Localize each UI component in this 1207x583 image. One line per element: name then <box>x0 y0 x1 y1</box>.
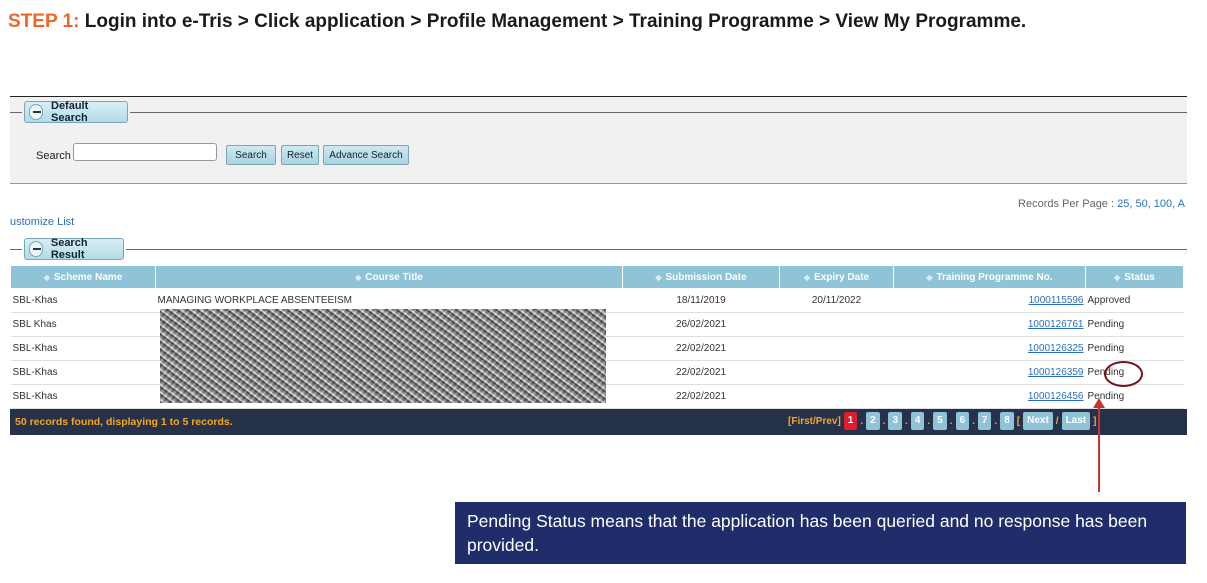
search-label: Search <box>36 150 71 162</box>
expiry-cell: 20/11/2022 <box>779 288 894 313</box>
table-header-row: ◆ Scheme Name ◆ Course Title ◆ Submission D… <box>10 265 1184 289</box>
sort-icon: ◆ <box>655 272 662 282</box>
sort-icon: ◆ <box>43 272 50 282</box>
tp-no-link[interactable]: 1000126359 <box>1028 367 1084 378</box>
collapse-icon <box>29 104 43 120</box>
column-header-submission[interactable]: ◆ Submission Date <box>622 265 780 289</box>
reset-button[interactable]: Reset <box>281 145 319 165</box>
expiry-cell <box>779 384 894 409</box>
pagination: [First/Prev] 1. 2. 3. 4. 5. 6. 7. 8[ Nex… <box>788 412 1096 430</box>
page-6-button[interactable]: 6 <box>955 412 970 430</box>
records-per-page: Records Per Page : 25, 50, 100, A <box>1018 198 1185 210</box>
instruction-heading: STEP 1: Login into e-Tris > Click applic… <box>8 9 1188 35</box>
page-5-button[interactable]: 5 <box>933 412 947 430</box>
redacted-course-titles <box>160 309 606 403</box>
scheme-cell: SBL-Khas <box>10 360 156 385</box>
result-legend-line-left <box>10 249 22 250</box>
column-header-course[interactable]: ◆ Course Title <box>155 265 623 289</box>
tp-no-link[interactable]: 1000115596 <box>1029 295 1084 306</box>
submission-cell: 22/02/2021 <box>622 360 780 385</box>
highlight-ring <box>1104 361 1143 387</box>
column-header-status[interactable]: ◆ Status <box>1085 265 1184 289</box>
scheme-cell: SBL-Khas <box>10 384 156 409</box>
page-4-button[interactable]: 4 <box>910 412 925 430</box>
sort-icon: ◆ <box>803 272 811 282</box>
column-header-scheme[interactable]: ◆ Scheme Name <box>10 265 156 289</box>
page-8-button[interactable]: 8 <box>1000 412 1014 430</box>
sort-icon: ◆ <box>1114 272 1121 282</box>
search-result-toggle[interactable]: Search Result <box>24 237 124 261</box>
callout-box: Pending Status means that the applicatio… <box>455 502 1186 564</box>
tp-no-link[interactable]: 1000126325 <box>1028 343 1084 354</box>
column-header-expiry[interactable]: ◆ Expiry Date <box>779 265 894 289</box>
status-cell: Pending <box>1085 336 1184 361</box>
scheme-cell: SBL Khas <box>10 312 156 337</box>
search-button[interactable]: Search <box>226 145 276 165</box>
expiry-cell <box>779 312 894 337</box>
status-cell: Approved <box>1085 288 1184 313</box>
scheme-cell: SBL-Khas <box>10 288 156 313</box>
search-result-legend: Search Result <box>50 237 88 261</box>
page-1-button[interactable]: 1 <box>843 412 858 430</box>
search-input[interactable] <box>73 143 217 161</box>
collapse-icon <box>29 241 43 257</box>
default-search-legend: Default Search <box>51 100 89 124</box>
default-search-panel: Default Search Search Search Reset Advan… <box>10 97 1187 184</box>
tp-no-link[interactable]: 1000126456 <box>1028 391 1084 402</box>
tp-no-link[interactable]: 1000126761 <box>1028 319 1084 330</box>
page-2-button[interactable]: 2 <box>866 412 880 430</box>
step-label: STEP 1: <box>8 11 80 32</box>
customize-list-link[interactable]: ustomize List <box>10 216 74 228</box>
page-7-button[interactable]: 7 <box>977 412 992 430</box>
expiry-cell <box>779 360 894 385</box>
legend-line-right <box>130 112 1187 113</box>
advance-search-button[interactable]: Advance Search <box>323 145 409 165</box>
sort-icon: ◆ <box>355 272 362 282</box>
submission-cell: 26/02/2021 <box>622 312 780 337</box>
status-cell: Pending <box>1085 312 1184 337</box>
result-legend-line-right <box>126 249 1187 250</box>
first-prev-link[interactable]: [First/Prev] <box>788 416 841 427</box>
table-footer: 50 records found, displaying 1 to 5 reco… <box>10 409 1187 435</box>
page-3-button[interactable]: 3 <box>888 412 903 430</box>
next-button[interactable]: Next <box>1023 412 1053 430</box>
submission-cell: 22/02/2021 <box>622 384 780 409</box>
submission-cell: 22/02/2021 <box>622 336 780 361</box>
callout-pointer-line <box>1098 404 1100 492</box>
records-per-page-label: Records Per Page : <box>1018 198 1118 210</box>
sort-icon: ◆ <box>926 272 933 282</box>
step-text: Login into e-Tris > Click application > … <box>79 11 1027 32</box>
legend-line-left <box>10 112 22 113</box>
records-found-text: 50 records found, displaying 1 to 5 reco… <box>15 416 233 428</box>
expiry-cell <box>779 336 894 361</box>
last-button[interactable]: Last <box>1061 412 1091 430</box>
column-header-tp-no[interactable]: ◆ Training Programme No. <box>893 265 1086 289</box>
default-search-toggle[interactable]: Default Search <box>24 100 128 124</box>
records-per-page-options[interactable]: 25, 50, 100, A <box>1117 198 1185 210</box>
submission-cell: 18/11/2019 <box>622 288 780 313</box>
scheme-cell: SBL-Khas <box>10 336 156 361</box>
